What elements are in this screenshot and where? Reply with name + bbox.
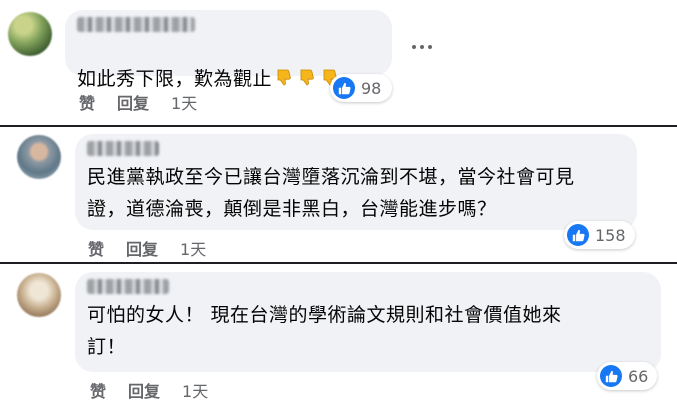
reaction-summary[interactable]: 158 bbox=[564, 221, 635, 249]
like-reaction-icon bbox=[333, 77, 355, 99]
reaction-summary[interactable]: 98 bbox=[330, 74, 392, 102]
comment-text: 可怕的女人！ 現在台灣的學術論文規則和社會價值她來 訂！ bbox=[87, 304, 562, 358]
reaction-count: 66 bbox=[628, 366, 649, 386]
avatar[interactable] bbox=[17, 135, 61, 179]
reaction-count: 158 bbox=[595, 225, 626, 245]
comment-timestamp[interactable]: 1天 bbox=[180, 236, 206, 260]
comment-actions: 赞 回复 1天 bbox=[79, 90, 197, 114]
like-button[interactable]: 赞 bbox=[79, 90, 95, 114]
comment-timestamp[interactable]: 1天 bbox=[171, 90, 197, 114]
reply-button[interactable]: 回复 bbox=[117, 90, 149, 114]
like-button[interactable]: 赞 bbox=[90, 378, 106, 402]
thumbs-down-icon bbox=[298, 68, 318, 96]
thumbs-down-icon bbox=[275, 68, 295, 96]
comment-bubble: 民進黨執政至今已讓台灣墮落沉淪到不堪，當今社會可見 證，道德淪喪，顛倒是非黑白，… bbox=[75, 134, 637, 230]
reaction-count: 98 bbox=[361, 78, 382, 98]
reaction-summary[interactable]: 66 bbox=[597, 362, 657, 390]
more-options-button[interactable] bbox=[412, 45, 432, 49]
comment-bubble: 可怕的女人！ 現在台灣的學術論文規則和社會價值她來 訂！ bbox=[75, 272, 661, 372]
author-name-redacted[interactable] bbox=[87, 141, 159, 156]
author-name-redacted[interactable] bbox=[87, 279, 169, 294]
more-dot bbox=[412, 45, 416, 49]
more-dot bbox=[428, 45, 432, 49]
more-dot bbox=[420, 45, 424, 49]
comment-actions: 赞 回复 1天 bbox=[90, 378, 208, 402]
like-reaction-icon bbox=[600, 365, 622, 387]
comment-panel-3: 可怕的女人！ 現在台灣的學術論文規則和社會價值她來 訂！ 66 赞 回复 1天 bbox=[0, 264, 677, 411]
author-name-redacted[interactable] bbox=[77, 17, 195, 32]
reply-button[interactable]: 回复 bbox=[128, 378, 160, 402]
comment-bubble: 如此秀下限，歎為觀止 bbox=[65, 10, 392, 90]
avatar[interactable] bbox=[17, 273, 61, 317]
like-button[interactable]: 赞 bbox=[88, 236, 104, 260]
reply-button[interactable]: 回复 bbox=[126, 236, 158, 260]
comment-actions: 赞 回复 1天 bbox=[88, 236, 206, 260]
avatar[interactable] bbox=[8, 12, 52, 56]
comment-text: 如此秀下限，歎為觀止 bbox=[77, 68, 273, 90]
comment-panel-1: 如此秀下限，歎為觀止 98 赞 回复 1天 bbox=[0, 0, 677, 125]
like-reaction-icon bbox=[567, 224, 589, 246]
comment-timestamp[interactable]: 1天 bbox=[182, 378, 208, 402]
comment-panel-2: 民進黨執政至今已讓台灣墮落沉淪到不堪，當今社會可見 證，道德淪喪，顛倒是非黑白，… bbox=[0, 127, 677, 262]
comment-text: 民進黨執政至今已讓台灣墮落沉淪到不堪，當今社會可見 證，道德淪喪，顛倒是非黑白，… bbox=[87, 166, 575, 220]
